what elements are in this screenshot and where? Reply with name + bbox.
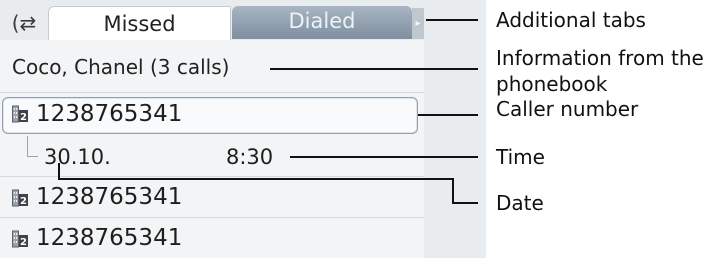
svg-text:2: 2	[20, 237, 27, 248]
phonebook-info-row: Coco, Chanel (3 calls)	[0, 40, 424, 92]
tab-bar: (⇄ Missed Dialed ▸	[0, 0, 486, 40]
contact-info-text: Coco, Chanel (3 calls)	[12, 55, 230, 79]
call-time: 8:30	[226, 145, 274, 169]
callout-line-tabs	[426, 19, 478, 21]
phonebook-entry-icon: 2	[12, 105, 28, 123]
tree-connector	[27, 136, 38, 157]
callout-line-date-h	[58, 178, 454, 180]
phone-display: (⇄ Missed Dialed ▸ Coco, Chanel (3 calls…	[0, 0, 486, 258]
callout-line-time	[290, 156, 478, 158]
caller-number: 1238765341	[36, 101, 183, 127]
phonebook-entry-icon: 2	[12, 189, 28, 207]
callout-phonebook-line2: phonebook	[496, 72, 608, 96]
call-date: 30.10.	[44, 145, 111, 169]
callout-date: Date	[496, 191, 544, 215]
caller-number: 1238765341	[36, 184, 183, 210]
callout-line-date-end	[452, 202, 478, 204]
callout-line-caller	[418, 114, 478, 116]
tab-missed[interactable]: Missed	[48, 6, 231, 40]
callout-time: Time	[496, 145, 545, 169]
callout-line-date-v2	[452, 178, 454, 204]
callout-caller-number: Caller number	[496, 97, 639, 121]
callout-phonebook-line1: Information from the	[496, 46, 704, 70]
svg-text:2: 2	[20, 112, 27, 123]
callout-additional-tabs: Additional tabs	[496, 8, 646, 32]
caller-number: 1238765341	[36, 225, 183, 251]
tab-dialed[interactable]: Dialed	[232, 6, 412, 39]
tab-scroll-back-icon[interactable]: (⇄	[0, 6, 48, 40]
phonebook-entry-icon: 2	[12, 230, 28, 248]
callout-line-phonebook	[270, 68, 478, 70]
svg-text:2: 2	[20, 196, 27, 207]
more-tabs-arrow-icon[interactable]: ▸	[412, 8, 424, 39]
